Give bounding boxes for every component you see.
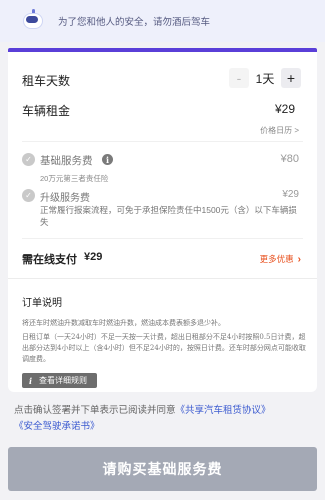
rental-days-label: 租车天数 [22, 74, 71, 88]
basic-service-label: 基础服务费 [40, 155, 93, 167]
basic-service-price: ¥80 [280, 153, 299, 165]
decrease-days-button[interactable]: - [229, 68, 249, 88]
online-payment-label: 需在线支付 [22, 254, 77, 266]
view-rules-label: 查看详细规则 [39, 376, 87, 385]
order-notes-billing: 日租订单（一天24小时）不足一天按一天计费，超出日租部分不足4小时按照0.5日计… [22, 333, 306, 363]
upgrade-service-label: 升级服务费 [40, 193, 90, 204]
info-icon: i [28, 375, 33, 386]
order-card: 租车天数 - 1天 + 车辆租金 ¥29 价格日历 > ✓ 基础服务费 i ¥8… [8, 52, 317, 392]
view-rules-button[interactable]: i 查看详细规则 [22, 373, 97, 388]
increase-days-button[interactable]: + [281, 68, 301, 88]
rent-label: 车辆租金 [22, 104, 71, 118]
divider [8, 278, 317, 279]
buy-basic-service-button[interactable]: 请购买基础服务费 [8, 447, 317, 491]
basic-service-subtext: 20万元第三者责任险 [40, 174, 109, 183]
safety-banner: 为了您和他人的安全，请勿酒后驾车 [0, 0, 325, 42]
safe-driving-pledge-link[interactable]: 《安全驾驶承诺书》 [14, 421, 100, 432]
basic-service-check-icon[interactable]: ✓ [22, 153, 35, 166]
rent-price: ¥29 [274, 102, 295, 116]
robot-icon [22, 9, 44, 33]
banner-text: 为了您和他人的安全，请勿酒后驾车 [58, 17, 211, 28]
chevron-right-icon: › [297, 253, 301, 265]
more-discounts-link[interactable]: 更多优惠 › [260, 253, 301, 265]
agreement-prefix: 点击确认签署并下单表示已阅读并同意 [14, 405, 176, 416]
online-payment-amount: ¥29 [84, 251, 103, 263]
more-discounts-label: 更多优惠 [259, 254, 294, 264]
price-calendar-link[interactable]: 价格日历 > [260, 125, 299, 136]
divider [22, 238, 303, 239]
upgrade-service-price: ¥29 [282, 189, 299, 200]
agreement-text: 点击确认签署并下单表示已阅读并同意《共享汽车租赁协议》《安全驾驶承诺书》 [14, 403, 314, 435]
divider [22, 141, 303, 142]
days-stepper: - 1天 + [229, 68, 301, 88]
info-icon[interactable]: i [102, 154, 113, 165]
upgrade-service-check-icon[interactable]: ✓ [22, 189, 35, 202]
days-value: 1天 [255, 71, 275, 86]
order-notes-fuel: 将还车时燃油升数减取车时燃油升数，燃油成本费表额多退少补。 [22, 319, 225, 327]
order-notes-title: 订单说明 [22, 298, 62, 309]
rental-agreement-link[interactable]: 《共享汽车租赁协议》 [176, 405, 271, 416]
upgrade-service-description: 正常履行报案流程，可免于承担保险责任中1500元（含）以下车辆损失 [40, 205, 297, 227]
